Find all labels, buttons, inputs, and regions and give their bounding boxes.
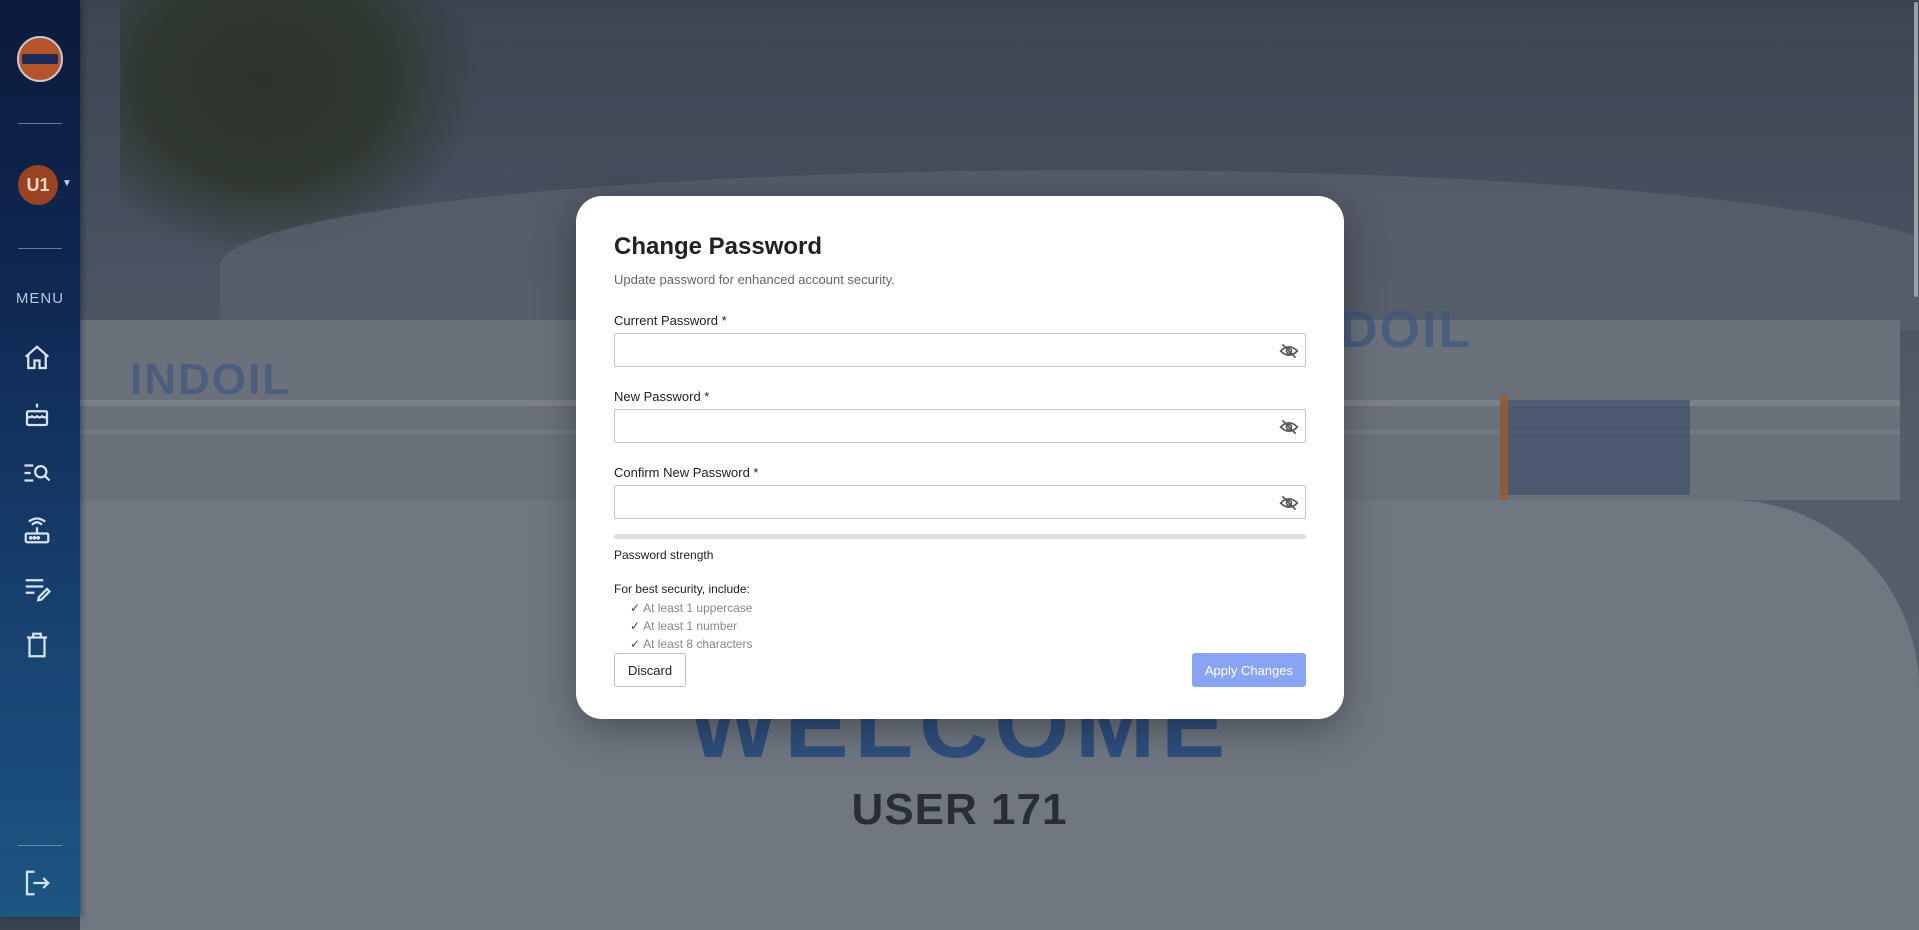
background-sign (1500, 400, 1690, 495)
password-strength-bar (614, 534, 1306, 539)
confirm-password-input[interactable] (615, 486, 1305, 518)
sidebar: U1 ▼ MENU (0, 0, 80, 917)
dialog-subtitle: Update password for enhanced account sec… (614, 272, 895, 287)
search-list-icon[interactable] (22, 458, 52, 488)
sidebar-divider (18, 845, 62, 846)
new-password-input-wrap (614, 409, 1306, 443)
current-password-input[interactable] (615, 334, 1305, 366)
password-strength-label: Password strength (614, 548, 714, 562)
cake-icon[interactable] (22, 400, 52, 430)
confirm-password-input-wrap (614, 485, 1306, 519)
new-password-field: New Password * (614, 389, 1306, 443)
dialog-title: Change Password (614, 233, 823, 260)
check-icon: ✓ (630, 619, 641, 633)
current-password-field: Current Password * (614, 313, 1306, 367)
apply-changes-button[interactable]: Apply Changes (1191, 653, 1306, 687)
avatar[interactable]: U1 (18, 165, 58, 205)
new-password-label: New Password * (614, 389, 710, 404)
home-icon[interactable] (22, 343, 52, 373)
router-icon[interactable] (22, 516, 52, 546)
scrollbar-thumb[interactable] (1914, 2, 1918, 297)
background-brand-right: DOIL (1340, 301, 1473, 359)
welcome-user-name: USER 171 (851, 785, 1068, 834)
company-logo[interactable] (17, 36, 63, 82)
edit-notes-icon[interactable] (22, 574, 52, 604)
requirements-list: ✓ At least 1 uppercase ✓ At least 1 number… (614, 599, 1306, 653)
requirement-item: ✓ At least 1 uppercase (630, 599, 1306, 617)
sidebar-divider (18, 123, 62, 124)
change-password-dialog: Change Password Update password for enha… (576, 196, 1344, 719)
logo-band (22, 54, 58, 64)
current-password-label: Current Password * (614, 313, 727, 328)
eye-off-icon[interactable] (1279, 493, 1299, 513)
requirement-text: At least 1 uppercase (643, 601, 753, 615)
page-scrollbar[interactable] (1913, 0, 1919, 917)
requirements-title: For best security, include: (614, 582, 750, 596)
check-icon: ✓ (630, 601, 641, 615)
requirement-item: ✓ At least 1 number (630, 617, 1306, 635)
eye-off-icon[interactable] (1279, 417, 1299, 437)
requirement-text: At least 1 number (643, 619, 738, 633)
requirement-text: At least 8 characters (643, 637, 753, 651)
sidebar-divider (18, 248, 62, 249)
dialog-actions: Discard Apply Changes (614, 653, 1306, 687)
confirm-password-label: Confirm New Password * (614, 465, 759, 480)
discard-button[interactable]: Discard (614, 653, 687, 687)
requirement-item: ✓ At least 8 characters (630, 635, 1306, 653)
confirm-password-field: Confirm New Password * (614, 465, 1306, 519)
menu-label: MENU (15, 290, 65, 307)
current-password-input-wrap (614, 333, 1306, 367)
trash-icon[interactable] (22, 630, 52, 660)
background-brand-left: INDOIL (130, 355, 292, 404)
check-icon: ✓ (630, 637, 641, 651)
new-password-input[interactable] (615, 410, 1305, 442)
eye-off-icon[interactable] (1279, 341, 1299, 361)
background-post (1500, 395, 1508, 505)
logout-icon[interactable] (22, 868, 52, 898)
caret-down-icon[interactable]: ▼ (62, 178, 72, 189)
